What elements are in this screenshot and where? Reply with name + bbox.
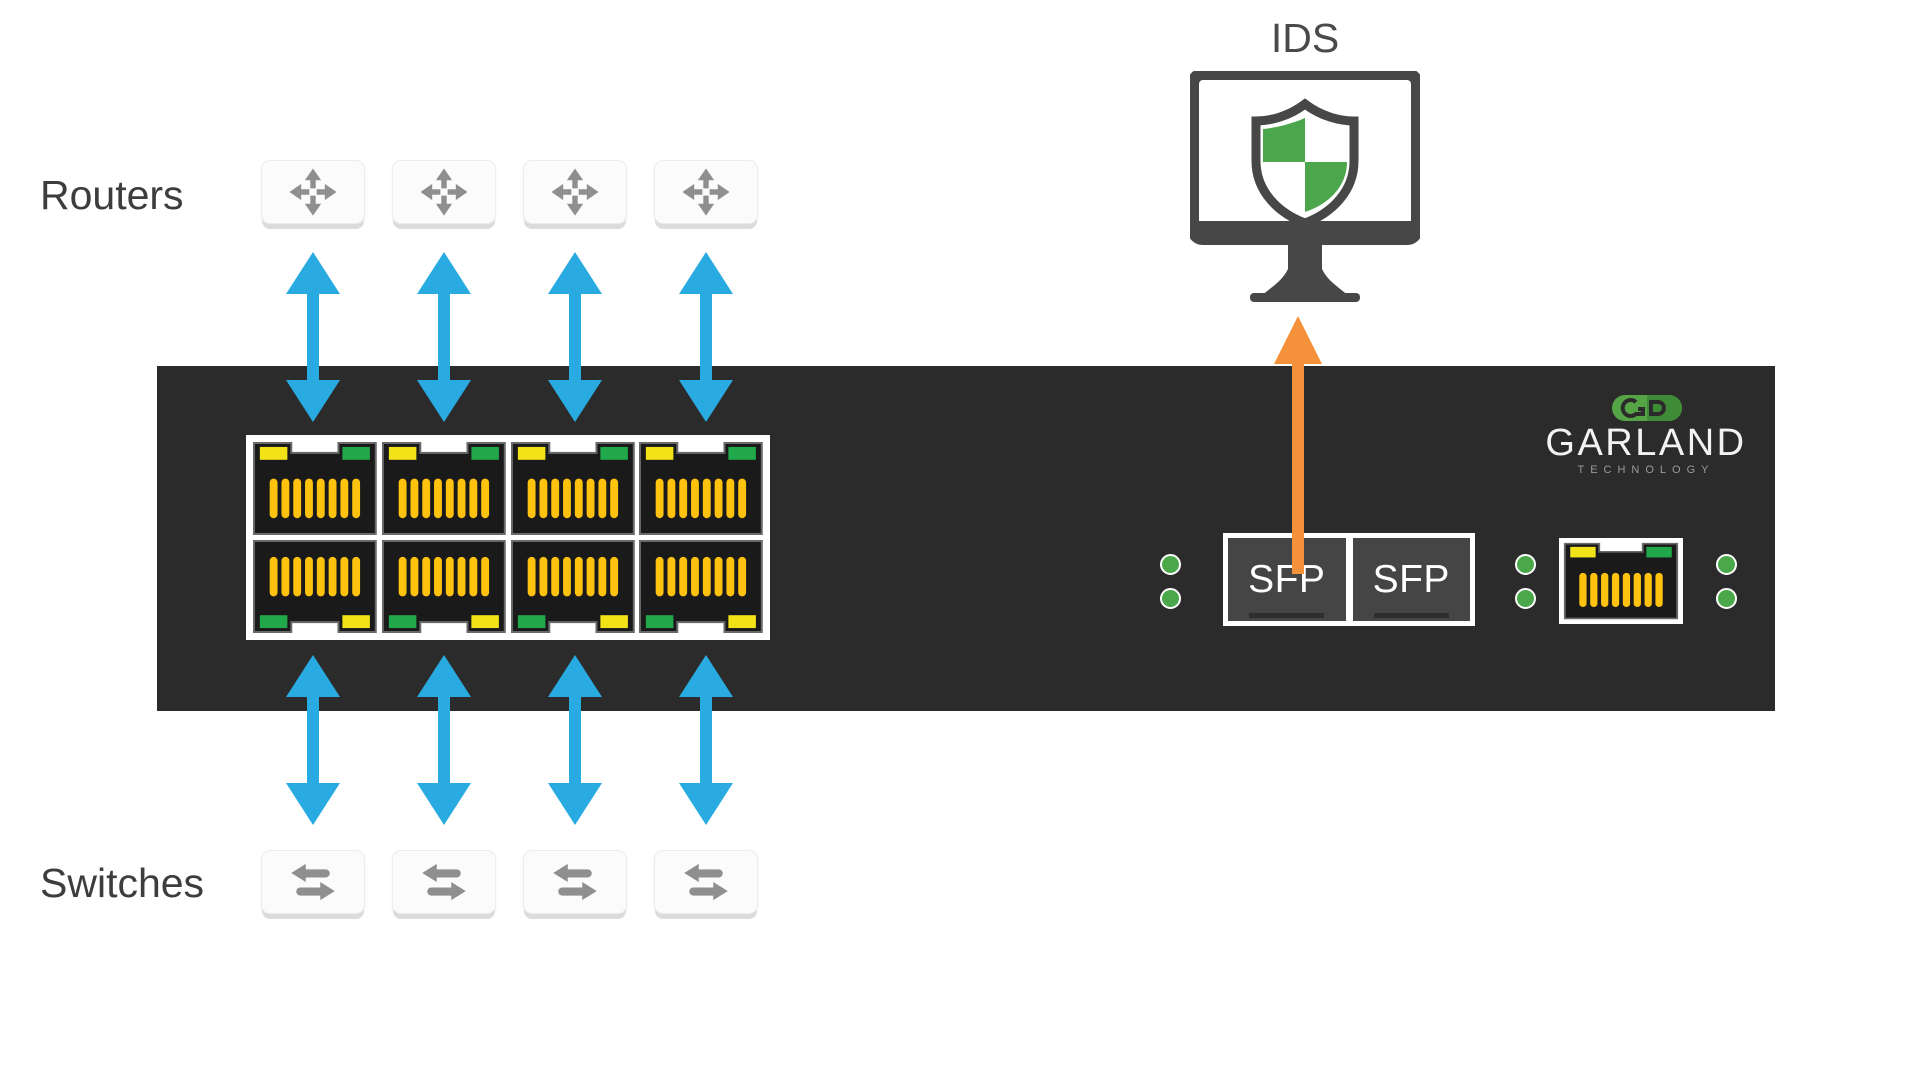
- router-device-2[interactable]: [392, 160, 496, 224]
- switch-device-4[interactable]: [654, 850, 758, 914]
- diagram-canvas: Routers Switches IDS SFP SFP GARLAND TEC…: [0, 0, 1920, 1080]
- router-device-3[interactable]: [523, 160, 627, 224]
- management-rj45-port[interactable]: [1559, 538, 1683, 624]
- rj45-port-bottom-4[interactable]: [638, 539, 764, 634]
- routers-label: Routers: [40, 172, 184, 218]
- switch-icon: [546, 853, 604, 911]
- router-icon: [284, 163, 342, 221]
- switch-link-arrow-1: [286, 655, 340, 825]
- switches-label: Switches: [40, 860, 205, 906]
- status-led: [1515, 554, 1536, 575]
- monitor-tap-arrow: [1274, 316, 1322, 574]
- rj45-port-bottom-3[interactable]: [510, 539, 636, 634]
- rj45-port-bottom-2[interactable]: [381, 539, 507, 634]
- switch-device-2[interactable]: [392, 850, 496, 914]
- sfp-port-label: SFP: [1372, 558, 1450, 601]
- switch-device-1[interactable]: [261, 850, 365, 914]
- switch-icon: [677, 853, 735, 911]
- status-led-group-left: [1160, 554, 1181, 609]
- router-link-arrow-2: [417, 252, 471, 422]
- status-led-group-right: [1716, 554, 1737, 609]
- sfp-port-2[interactable]: SFP: [1352, 538, 1470, 621]
- monitor-icon: [1190, 71, 1420, 303]
- rj45-port-bank: [246, 435, 770, 640]
- rj45-port-top-2[interactable]: [381, 441, 507, 536]
- sfp-port-block: SFP SFP: [1223, 533, 1475, 626]
- garland-tagline: TECHNOLOGY: [1577, 464, 1714, 476]
- router-device-1[interactable]: [261, 160, 365, 224]
- rj45-port-top-3[interactable]: [510, 441, 636, 536]
- router-link-arrow-3: [548, 252, 602, 422]
- router-link-arrow-4: [679, 252, 733, 422]
- status-led: [1515, 588, 1536, 609]
- ids-label: IDS: [1270, 15, 1340, 61]
- switch-device-3[interactable]: [523, 850, 627, 914]
- status-led-group-mid: [1515, 554, 1536, 609]
- ids-monitor-group: IDS: [1190, 18, 1420, 303]
- router-device-4[interactable]: [654, 160, 758, 224]
- rj45-port-top-1[interactable]: [252, 441, 378, 536]
- router-icon: [546, 163, 604, 221]
- switch-link-arrow-3: [548, 655, 602, 825]
- router-icon: [677, 163, 735, 221]
- router-icon: [415, 163, 473, 221]
- router-link-arrow-1: [286, 252, 340, 422]
- switch-link-arrow-2: [417, 655, 471, 825]
- rj45-port-top-4[interactable]: [638, 441, 764, 536]
- switch-link-arrow-4: [679, 655, 733, 825]
- status-led: [1716, 588, 1737, 609]
- status-led: [1160, 588, 1181, 609]
- switch-icon: [284, 853, 342, 911]
- garland-wordmark: GARLAND: [1545, 422, 1746, 464]
- status-led: [1160, 554, 1181, 575]
- rj45-port-bottom-1[interactable]: [252, 539, 378, 634]
- garland-technology-logo: GARLAND TECHNOLOGY: [1524, 393, 1769, 479]
- garland-oval-mark: [1612, 395, 1682, 421]
- switch-icon: [415, 853, 473, 911]
- status-led: [1716, 554, 1737, 575]
